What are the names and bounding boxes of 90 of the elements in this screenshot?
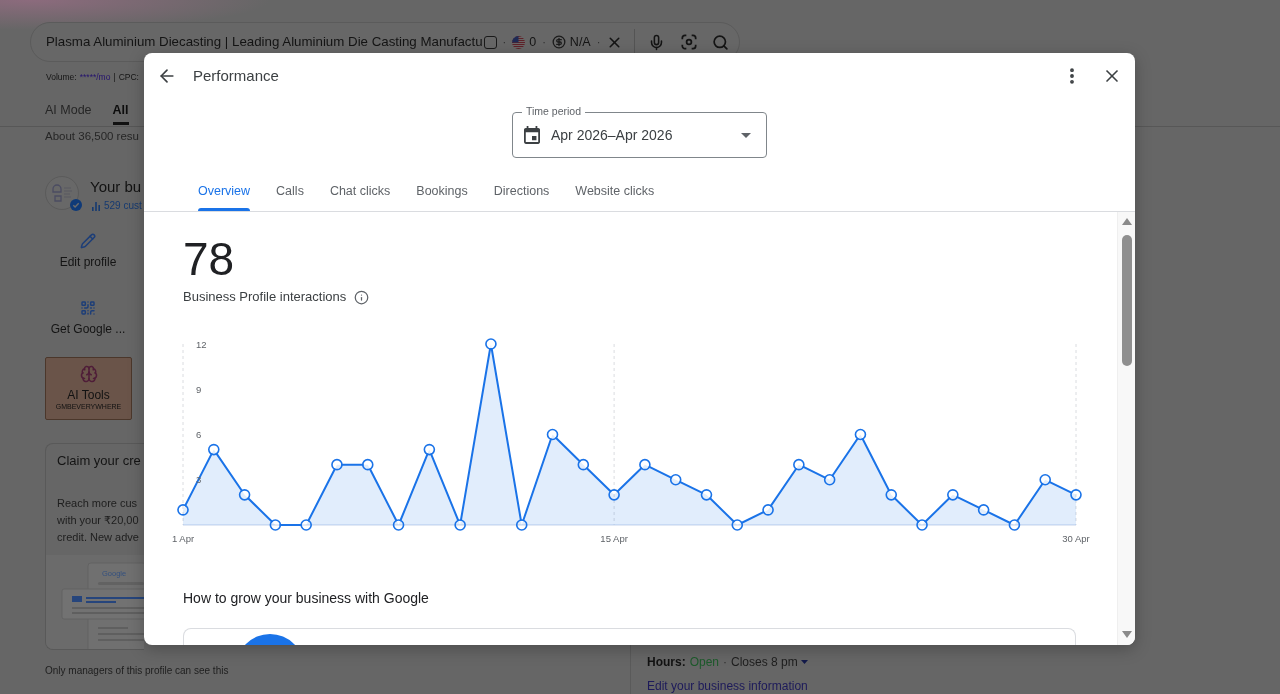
edit-link[interactable]: Edit your business information (647, 678, 808, 694)
point (823, 473, 836, 486)
point (885, 489, 898, 501)
tab[interactable]: Calls (276, 170, 304, 211)
metric-value: 78 (183, 236, 236, 282)
action-button[interactable]: Edit profile (45, 233, 131, 270)
point (947, 489, 959, 501)
point (300, 519, 312, 531)
flag-icon (512, 35, 526, 49)
stat-value: 0 (529, 34, 537, 50)
hours-label: Hours: (647, 654, 686, 670)
caret-icon (800, 660, 808, 664)
tab[interactable]: Directions (493, 170, 550, 211)
camera-icon[interactable] (681, 34, 698, 50)
results-count: About 36,500 resu (45, 129, 139, 144)
checkbox[interactable] (483, 35, 497, 49)
point (731, 519, 744, 531)
business-logo (45, 176, 79, 210)
point (608, 489, 620, 501)
point (238, 489, 251, 501)
metric-label: Business Profile interactions (183, 288, 347, 306)
point (177, 504, 189, 516)
tab[interactable]: Website clicks (575, 170, 655, 211)
separator: · (502, 35, 507, 49)
brain-icon (79, 365, 98, 383)
point (361, 458, 374, 471)
point (423, 443, 436, 456)
axis-label: 3 (196, 474, 202, 486)
point (1008, 519, 1021, 531)
tab[interactable]: Overview (198, 170, 251, 211)
search-icon[interactable] (712, 33, 730, 51)
search-tab[interactable]: All (112, 96, 129, 126)
axis-label: 9 (196, 383, 202, 395)
scroll-down-icon[interactable] (1121, 631, 1132, 638)
promo-text: Reach more cus with your ₹20,00 credit. New adve (57, 496, 140, 545)
scroll-up-icon[interactable] (1121, 218, 1132, 225)
dollar-icon (551, 35, 566, 49)
stat-value: N/A (569, 34, 591, 50)
qr-code-icon (80, 300, 96, 316)
hours-dropdown[interactable]: Closes 8 pm (731, 654, 808, 670)
pencil-icon (80, 233, 96, 249)
promo-title: Claim your cre (56, 452, 142, 470)
point (762, 504, 774, 516)
point (392, 519, 405, 531)
point (1070, 489, 1082, 501)
volume-value: *****/mo (79, 71, 111, 83)
separator: · (542, 35, 546, 49)
point (1039, 473, 1052, 486)
hours-status: Open (689, 654, 720, 670)
business-title: Your bu (90, 177, 142, 197)
point (577, 458, 590, 471)
tab[interactable]: Bookings (416, 170, 468, 211)
axis-label: 15 Apr (600, 532, 628, 544)
footnote: Only managers of this profile can see this (45, 664, 229, 678)
point (269, 519, 282, 531)
caret-icon (741, 132, 751, 138)
point (977, 504, 990, 516)
point (854, 428, 867, 441)
axis-label: 1 Apr (171, 532, 195, 544)
point (669, 473, 682, 486)
axis-label: 30 Apr (1062, 532, 1090, 544)
axis-label: 12 (196, 338, 207, 350)
tab[interactable]: Chat clicks (329, 170, 391, 211)
point (454, 519, 466, 531)
section-title: How to grow your business with Google (183, 589, 430, 608)
stats-link[interactable]: 529 cust (104, 199, 142, 213)
calendar-icon (524, 126, 540, 144)
point (700, 489, 713, 501)
search-tab[interactable]: AI Mode (45, 96, 92, 126)
bar-chart-icon (92, 201, 100, 211)
axis-label: 6 (196, 429, 202, 440)
separator: · (723, 654, 728, 670)
point (639, 458, 651, 471)
point (485, 338, 497, 350)
volume-label: Volume: (46, 71, 77, 83)
separator: | (113, 71, 116, 83)
field-label: Time period (522, 105, 586, 118)
point (916, 519, 928, 531)
search-input[interactable]: Plasma Aluminium Diecasting | Leading Aluminium Die Casting Manufactu (46, 33, 483, 51)
action-button[interactable]: Get Google ... (45, 300, 131, 337)
point (331, 458, 343, 471)
point (546, 428, 559, 441)
scrollbar-thumb[interactable] (1121, 235, 1132, 366)
point (207, 443, 220, 456)
cpc-label: CPC: (118, 71, 139, 83)
point (793, 458, 805, 471)
point (515, 519, 528, 531)
info-icon[interactable] (354, 289, 370, 305)
dialog-title: Performance (193, 66, 279, 86)
separator: · (596, 35, 601, 49)
